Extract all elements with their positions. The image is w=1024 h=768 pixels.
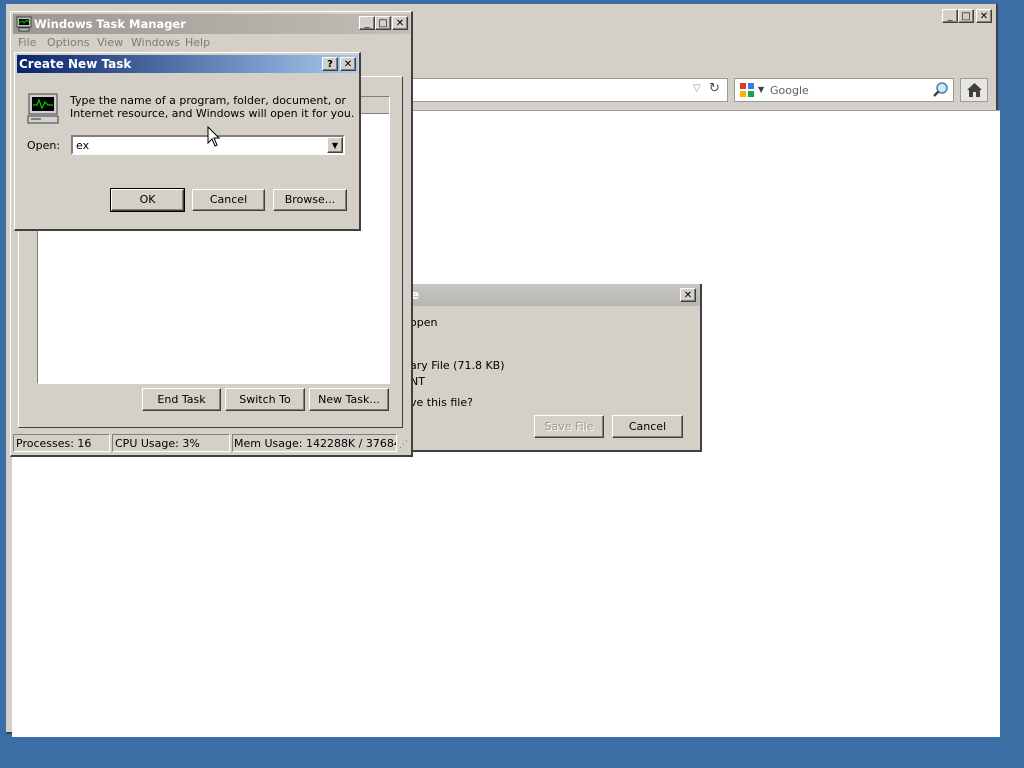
search-input[interactable]: Google: [770, 84, 809, 97]
resize-grip-icon[interactable]: ⋰: [399, 440, 408, 450]
task-manager-title-bar: Windows Task Manager: [13, 14, 410, 34]
download-dialog: e ✕ open ary File (71.8 KB) NT ve this f…: [400, 284, 702, 452]
close-icon[interactable]: ✕: [680, 288, 696, 302]
new-task-button[interactable]: New Task...: [309, 388, 389, 411]
task-manager-icon: [16, 16, 32, 32]
switch-to-button[interactable]: Switch To: [225, 388, 305, 411]
computer-monitor-icon: [27, 93, 61, 125]
close-icon[interactable]: ✕: [340, 57, 356, 71]
create-new-task-title: Create New Task: [19, 57, 132, 71]
download-type-text: ary File (71.8 KB): [410, 359, 505, 372]
status-cpu: CPU Usage: 3%: [112, 434, 230, 452]
open-input[interactable]: ex: [76, 139, 89, 152]
minimize-icon[interactable]: _: [942, 9, 958, 23]
description-line-2: Internet resource, and Windows will open…: [70, 107, 355, 120]
status-mem-text: Mem Usage: 142288K / 3768420K: [234, 437, 396, 450]
cancel-button[interactable]: Cancel: [192, 189, 265, 211]
status-cpu-text: CPU Usage: 3%: [115, 437, 200, 450]
google-icon[interactable]: [739, 82, 755, 98]
engine-dropdown-icon[interactable]: ▼: [758, 85, 764, 94]
url-bar[interactable]: ▽ ↻: [402, 78, 728, 102]
home-button[interactable]: [960, 78, 988, 102]
search-bar[interactable]: ▼ Google: [734, 78, 954, 102]
end-task-button[interactable]: End Task: [142, 388, 221, 411]
status-processes: Processes: 16: [13, 434, 110, 452]
dropdown-arrow-icon[interactable]: ▽: [693, 83, 701, 94]
download-open-text: open: [410, 316, 438, 329]
menu-options[interactable]: Options: [47, 36, 89, 49]
status-processes-text: Processes: 16: [16, 437, 92, 450]
open-label: Open:: [27, 139, 61, 152]
save-file-button[interactable]: Save File: [534, 415, 604, 438]
browse-button[interactable]: Browse...: [273, 189, 347, 211]
close-icon[interactable]: ✕: [976, 9, 992, 23]
close-icon[interactable]: ✕: [392, 16, 408, 30]
reload-icon[interactable]: ↻: [709, 81, 720, 96]
maximize-icon[interactable]: □: [958, 9, 974, 23]
chevron-down-icon[interactable]: ▼: [327, 137, 343, 153]
menu-view[interactable]: View: [97, 36, 123, 49]
ok-button[interactable]: OK: [110, 188, 185, 212]
menu-windows[interactable]: Windows: [131, 36, 180, 49]
menu-help[interactable]: Help: [185, 36, 210, 49]
home-icon: [966, 82, 983, 101]
download-cancel-button[interactable]: Cancel: [612, 415, 683, 438]
mouse-cursor-icon: [207, 125, 221, 148]
status-mem: Mem Usage: 142288K / 3768420K: [232, 434, 397, 452]
magnifier-icon[interactable]: [932, 81, 950, 99]
description-line-1: Type the name of a program, folder, docu…: [70, 94, 346, 107]
task-manager-title: Windows Task Manager: [34, 17, 186, 31]
help-icon[interactable]: ?: [322, 57, 338, 71]
download-question-text: ve this file?: [410, 396, 473, 409]
download-dialog-title-bar: e: [400, 284, 700, 306]
create-new-task-title-bar: Create New Task: [17, 55, 358, 73]
minimize-icon[interactable]: _: [359, 16, 375, 30]
task-manager-menu-bar: File Options View Windows Help: [11, 34, 411, 52]
maximize-icon[interactable]: □: [375, 16, 391, 30]
menu-file[interactable]: File: [18, 36, 36, 49]
create-new-task-dialog: Create New Task ? ✕ Type the name of a p…: [14, 52, 361, 231]
